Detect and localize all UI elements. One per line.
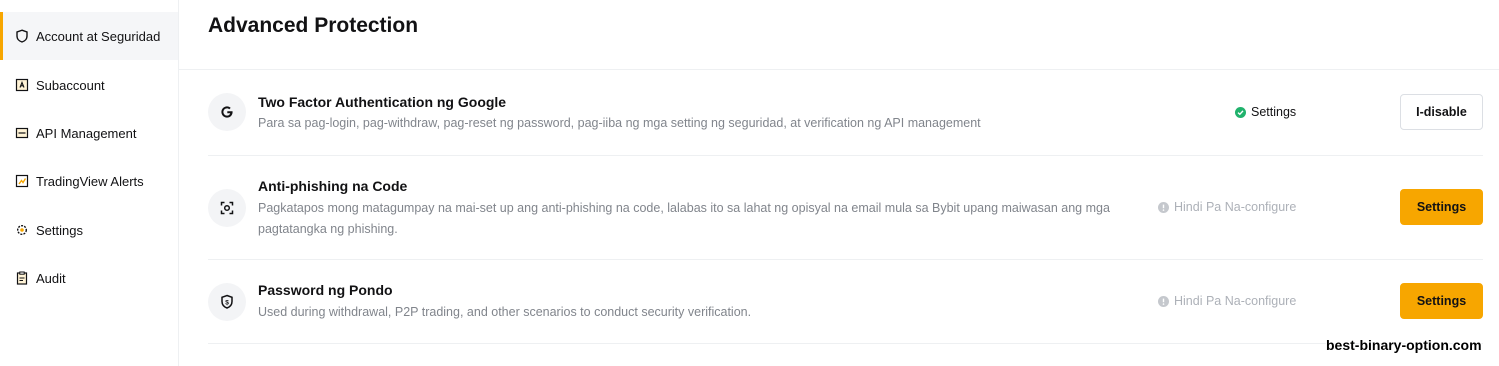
- status-text: Settings: [1251, 105, 1297, 119]
- sidebar-item-api-management[interactable]: API Management: [0, 109, 178, 157]
- sidebar-item-label: Account at Seguridad: [36, 28, 161, 44]
- gear-icon: [15, 223, 29, 237]
- row-divider: [208, 259, 1483, 260]
- sidebar-item-account-security[interactable]: Account at Seguridad: [0, 12, 178, 60]
- status-badge: Settings: [1235, 105, 1296, 119]
- row-title: Two Factor Authentication ng Google: [258, 94, 507, 110]
- status-text: Hindi Pa Na-configure: [1174, 294, 1297, 308]
- page-title: Advanced Protection: [208, 14, 419, 37]
- anti-phishing-settings-button[interactable]: Settings: [1400, 189, 1483, 225]
- sidebar-item-subaccount[interactable]: Subaccount: [0, 61, 178, 109]
- row-title: Anti-phishing na Code: [258, 178, 408, 194]
- anti-phishing-icon: [208, 189, 246, 227]
- subaccount-icon: [15, 78, 29, 92]
- row-divider: [208, 155, 1483, 156]
- info-circle-icon: [1158, 295, 1169, 307]
- disable-2fa-button[interactable]: I-disable: [1400, 94, 1483, 130]
- api-icon: [15, 126, 29, 140]
- status-badge: Hindi Pa Na-configure: [1158, 200, 1296, 214]
- row-title: Password ng Pondo: [258, 282, 393, 298]
- sidebar-item-audit[interactable]: Audit: [0, 254, 178, 302]
- clipboard-icon: [15, 271, 29, 285]
- fund-password-icon: $: [208, 283, 246, 321]
- google-icon: [208, 93, 246, 131]
- info-circle-icon: [1158, 201, 1169, 213]
- check-circle-icon: [1235, 106, 1246, 118]
- sidebar-item-label: Settings: [36, 222, 83, 238]
- sidebar-item-label: TradingView Alerts: [36, 173, 144, 189]
- status-badge: Hindi Pa Na-configure: [1158, 294, 1296, 308]
- row-description: Used during withdrawal, P2P trading, and…: [258, 305, 752, 319]
- sidebar-item-label: API Management: [36, 125, 137, 141]
- row-divider: [208, 343, 1483, 344]
- status-text: Hindi Pa Na-configure: [1174, 200, 1297, 214]
- sidebar-item-settings[interactable]: Settings: [0, 206, 178, 254]
- sidebar-item-tradingview-alerts[interactable]: TradingView Alerts: [0, 157, 178, 205]
- row-description: Para sa pag-login, pag-withdraw, pag-res…: [258, 116, 981, 130]
- row-description: Pagkatapos mong matagumpay na mai-set up…: [258, 201, 1110, 236]
- header-divider: [179, 69, 1499, 70]
- alert-icon: [15, 174, 29, 188]
- fund-password-settings-button[interactable]: Settings: [1400, 283, 1483, 319]
- shield-icon: [15, 29, 29, 43]
- sidebar-item-label: Subaccount: [36, 77, 105, 93]
- sidebar: Account at Seguridad Subaccount API Mana…: [0, 0, 179, 366]
- watermark-text: best-binary-option.com: [1326, 337, 1482, 353]
- svg-text:$: $: [225, 300, 229, 307]
- sidebar-item-label: Audit: [36, 270, 66, 286]
